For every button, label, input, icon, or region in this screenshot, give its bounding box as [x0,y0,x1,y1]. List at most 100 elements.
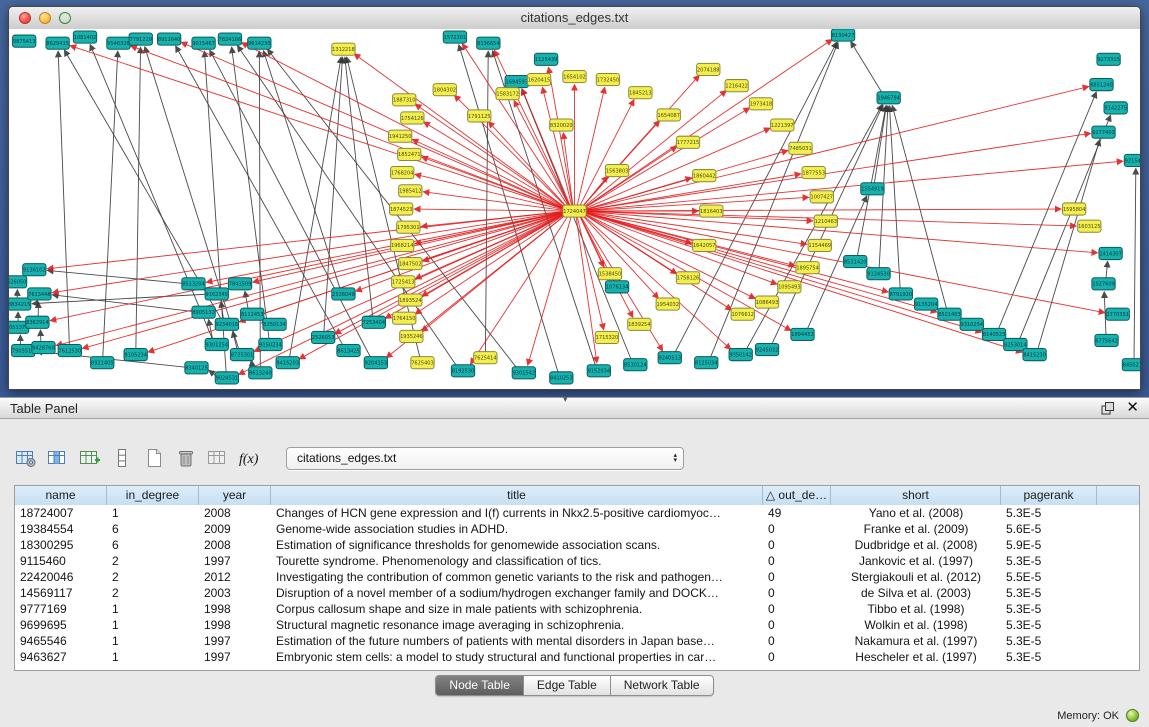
table-cell[interactable]: Disruption of a novel member of a sodium… [271,585,763,601]
graph-edge[interactable] [412,139,564,208]
graph-node[interactable]: 9310254 [960,318,983,330]
graph-node[interactable]: 9162345 [205,288,228,300]
graph-node[interactable]: 9350142 [729,349,752,361]
table-row[interactable]: 1830029562008Estimation of significance … [15,537,1139,553]
table-cell[interactable]: Tibbo et al. (1998) [831,601,1001,617]
graph-edge[interactable] [585,87,1088,210]
table-cell[interactable]: Stergiakouli et al. (2012) [831,569,1001,585]
graph-node[interactable]: 1973418 [749,98,772,110]
table-cell[interactable]: Estimation of the future numbers of pati… [271,633,763,649]
table-cell[interactable]: 1997 [199,553,271,569]
graph-node[interactable]: 9240513 [658,352,681,364]
table-cell[interactable]: 5.9E-5 [1001,537,1097,553]
table-cell[interactable]: 2 [107,569,199,585]
float-panel-icon[interactable] [1101,402,1114,415]
table-cell[interactable]: 19384554 [15,521,107,537]
graph-edge[interactable] [209,320,213,339]
graph-node[interactable]: 9277403 [1092,126,1115,138]
graph-node[interactable]: 8513204 [182,278,205,290]
graph-node[interactable]: 9428760 [32,341,55,353]
graph-node[interactable]: 8112453 [241,308,264,320]
graph-edge[interactable] [586,133,1091,210]
graph-node[interactable]: 1847502 [399,258,422,270]
graph-node[interactable]: 1007427 [810,191,833,203]
table-cell[interactable]: 6 [107,537,199,553]
table-cell[interactable]: Estimation of significance thresholds fo… [271,537,763,553]
graph-edge[interactable] [345,57,373,316]
column-header-out_degree[interactable]: △ out_de… [763,486,831,505]
table-cell[interactable]: 49 [763,505,831,521]
graph-node[interactable]: 1758126 [676,272,699,284]
table-cell[interactable]: 1998 [199,617,271,633]
table-cell[interactable]: Tourette syndrome. Phenomenology and cla… [271,553,763,569]
graph-node[interactable]: 1086493 [755,296,778,308]
graph-node[interactable]: 8851240 [1090,79,1113,91]
graph-edge[interactable] [584,108,749,208]
graph-node[interactable]: 1603125 [1078,220,1101,232]
function-builder-icon[interactable]: f(x) [236,445,264,471]
graph-edge[interactable] [485,51,488,351]
table-cell[interactable]: 9699695 [15,617,107,633]
graph-node[interactable]: 8791920 [889,288,912,300]
graph-node[interactable]: 1595804 [1062,203,1085,215]
table-row[interactable]: 1872400712008Changes of HCN gene express… [15,505,1139,521]
table-cell[interactable]: 0 [763,617,831,633]
graph-node[interactable]: 1725413 [392,276,415,288]
new-column-icon[interactable] [76,445,104,471]
table-row[interactable]: 977716911998Corpus callosum shape and si… [15,601,1139,617]
table-cell[interactable]: 9777169 [15,601,107,617]
graph-node[interactable]: 9152034 [587,365,610,377]
graph-node[interactable]: 9142275 [1104,102,1127,114]
table-row[interactable]: 946362711997Embryonic stem cells: a mode… [15,649,1139,665]
table-cell[interactable]: Hescheler et al. (1997) [831,649,1001,665]
graph-edge[interactable] [56,213,563,346]
graph-node[interactable]: 1816403 [700,205,723,217]
graph-node[interactable]: 1764150 [393,312,416,324]
graph-node[interactable]: 1877553 [802,167,825,179]
table-cell[interactable]: 9115460 [15,553,107,569]
graph-node[interactable]: 8912640 [157,33,180,45]
column-header-name[interactable]: name [15,486,107,505]
table-cell[interactable]: 5.3E-5 [1001,633,1097,649]
graph-node[interactable]: 8130427 [831,29,854,41]
table-cell[interactable]: de Silva et al. (2003) [831,585,1001,601]
graph-edge[interactable] [264,51,340,288]
graph-node[interactable]: 1154469 [808,239,831,251]
table-cell[interactable]: 1 [107,649,199,665]
graph-node[interactable]: 2074188 [697,63,720,75]
graph-node[interactable]: 1694593 [505,76,528,88]
graph-node[interactable]: 1894452 [791,328,814,340]
graph-node[interactable]: 1642057 [693,239,716,251]
table-selector[interactable]: citations_edges.txt ▴▾ [286,447,684,470]
graph-node[interactable]: 9301254 [205,338,228,350]
graph-edge[interactable] [577,87,604,205]
graph-node[interactable]: 1654102 [563,70,586,82]
graph-edge[interactable] [1134,169,1136,359]
graph-node[interactable]: 1954032 [656,298,679,310]
table-cell[interactable]: 2 [107,585,199,601]
graph-node[interactable]: 9245032 [755,343,778,355]
graph-node[interactable]: 7625403 [411,357,434,369]
graph-node[interactable]: 8921405 [91,357,114,369]
table-cell[interactable]: 2003 [199,585,271,601]
graph-node[interactable]: 9273315 [1097,53,1120,65]
graph-node[interactable]: 9875413 [13,35,36,47]
row-list-icon[interactable] [108,445,136,471]
graph-edge[interactable] [1038,140,1100,349]
graph-node[interactable]: 1620415 [527,73,550,85]
table-row[interactable]: 2242004622012Investigating the contribut… [15,569,1139,585]
table-cell[interactable]: 1 [107,633,199,649]
graph-node[interactable]: 8629415 [46,37,69,49]
graph-edge[interactable] [136,47,141,348]
graph-edge[interactable] [290,57,341,357]
graph-node[interactable]: 9024531 [215,372,238,384]
table-cell[interactable]: 5.3E-5 [1001,553,1097,569]
graph-node[interactable]: 9204153 [364,357,387,369]
graph-node[interactable]: 1538450 [598,268,621,280]
table-cell[interactable]: 0 [763,633,831,649]
table-cell[interactable]: 22420046 [15,569,107,585]
graph-node[interactable]: 1935246 [400,330,423,342]
graph-node[interactable]: 1770351 [1106,308,1129,320]
graph-node[interactable]: 1874523 [390,203,413,215]
graph-edge[interactable] [58,51,69,344]
